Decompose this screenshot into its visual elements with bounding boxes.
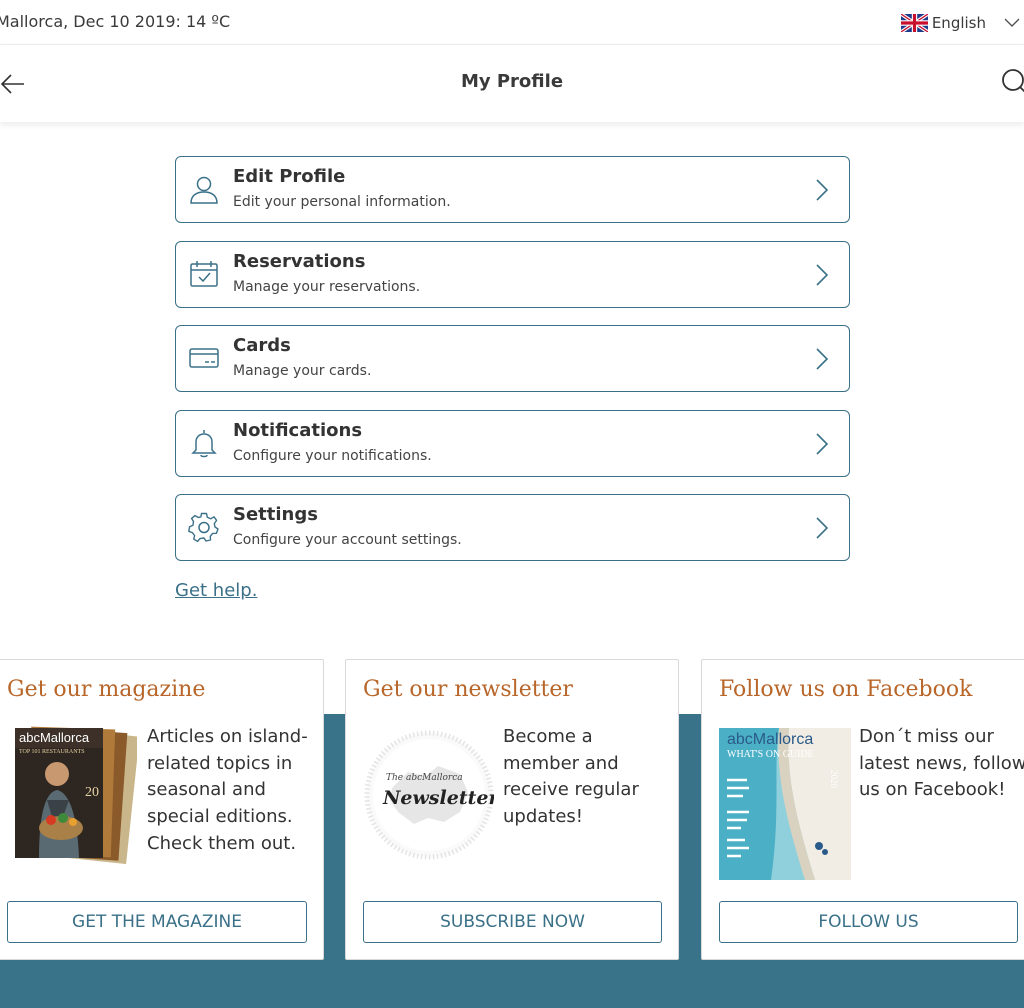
newsletter-label: Newsletter [382,787,494,809]
promo-card-magazine: Get our magazine abcMallorca TOP 101 RES… [0,659,324,960]
chevron-right-icon [816,432,829,455]
menu-item-title: Cards [233,335,291,356]
uk-flag-icon [900,14,928,32]
chevron-down-icon [1004,18,1020,27]
menu-item-reservations[interactable]: Reservations Manage your reservations. [175,240,850,308]
promo-title: Get our newsletter [363,677,573,702]
guide-brand: abcMallorca [727,731,813,748]
promo-title: Follow us on Facebook [719,677,973,702]
chevron-right-icon [816,348,829,370]
menu-item-subtitle: Manage your reservations. [233,278,421,295]
search-icon[interactable] [998,67,1024,97]
user-icon [190,176,218,204]
page-title: My Profile [460,71,564,92]
menu-item-title: Settings [233,504,318,525]
chevron-right-icon [816,517,829,539]
menu-item-cards[interactable]: Cards Manage your cards. [175,325,850,392]
whats-on-guide-cover-image: abcMallorca WHAT'S ON GUIDE 2020 [719,728,851,880]
calendar-check-icon [190,260,218,287]
newsletter-brand: The abcMallorca [386,773,463,783]
menu-item-title: Reservations [233,250,366,272]
magazine-subtitle: TOP 101 RESTAURANTS [19,749,85,755]
get-the-magazine-button[interactable]: GET THE MAGAZINE [7,901,307,943]
gear-icon [188,512,219,543]
menu-item-subtitle: Configure your account settings. [233,532,462,548]
chevron-right-icon [816,263,829,286]
location-date-temperature: Mallorca, Dec 10 2019: 14 ºC [0,12,231,31]
language-label: English [931,14,986,32]
follow-us-button[interactable]: FOLLOW US [719,901,1018,943]
credit-card-icon [189,348,219,368]
magazine-number: 20 [85,785,99,800]
menu-item-title: Edit Profile [233,166,346,187]
promo-text: Become a member and receive regular upda… [503,726,639,828]
promo-text: Articles on island-related topics in sea… [147,726,308,854]
top-info-bar: Mallorca, Dec 10 2019: 14 ºC English [0,0,1024,44]
menu-item-notifications[interactable]: Notifications Configure your notificatio… [175,409,850,477]
bell-icon [191,429,217,457]
get-help-link[interactable]: Get help. [175,580,257,601]
newsletter-badge-image: The abcMallorca Newsletter [364,730,494,860]
magazine-cover-image: abcMallorca TOP 101 RESTAURANTS 20 [15,726,137,864]
page-header: My Profile [0,44,1024,122]
guide-year: 2020 [829,770,839,789]
promo-title: Get our magazine [7,677,206,702]
menu-item-edit-profile[interactable]: Edit Profile Edit your personal informat… [175,156,850,223]
profile-menu: Edit Profile Edit your personal informat… [175,156,850,579]
menu-item-subtitle: Manage your cards. [233,363,372,379]
language-selector[interactable]: English [900,12,1024,34]
guide-subtitle: WHAT'S ON GUIDE [727,749,814,760]
subscribe-now-button[interactable]: SUBSCRIBE NOW [363,901,662,943]
menu-item-title: Notifications [233,419,363,441]
promo-card-facebook: Follow us on Facebook abcMallorca WHAT'S… [701,659,1024,960]
promo-text: Don´t miss our latest news, follow us on… [859,726,1024,801]
menu-item-subtitle: Edit your personal information. [233,194,451,210]
magazine-brand: abcMallorca [19,730,90,745]
promo-card-newsletter: Get our newsletter The abcMallorca Newsl… [345,659,679,960]
chevron-right-icon [816,179,829,201]
menu-item-subtitle: Configure your notifications. [233,447,432,464]
menu-item-settings[interactable]: Settings Configure your account settings… [175,494,850,561]
